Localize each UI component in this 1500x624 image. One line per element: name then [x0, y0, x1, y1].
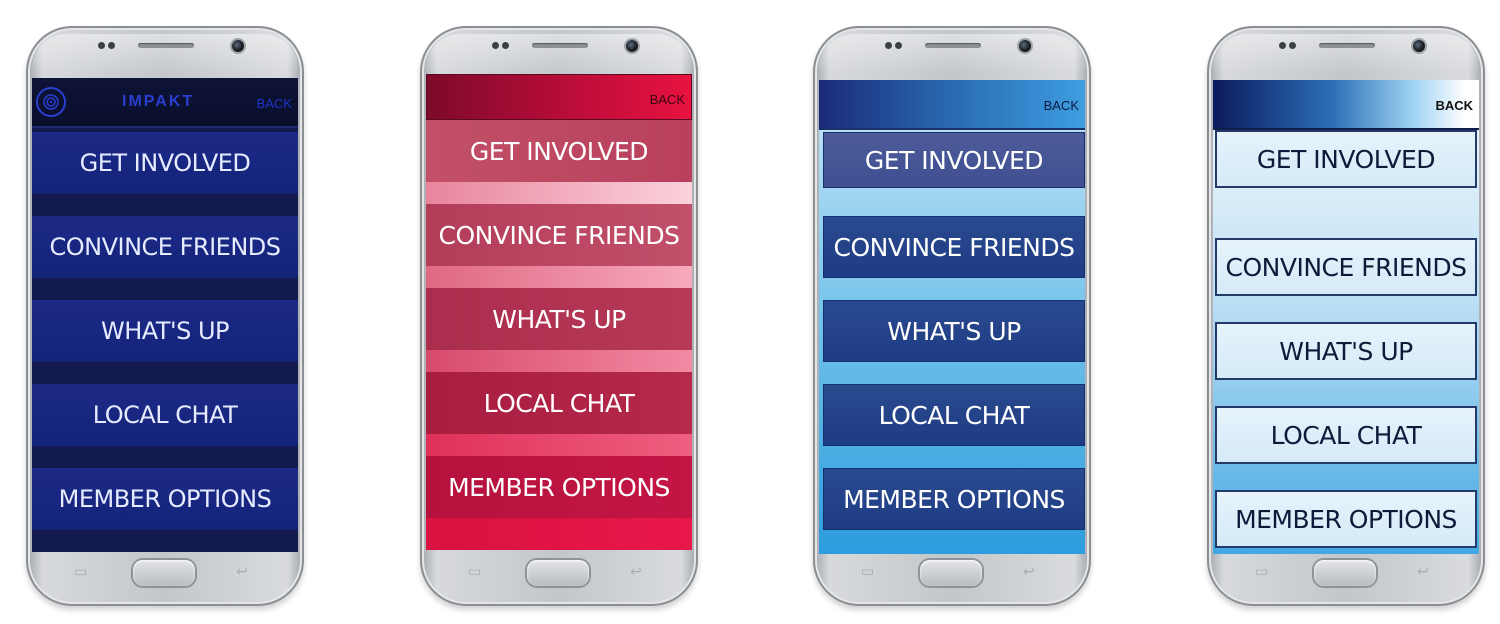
phone-mockup-crimson: BACK GET INVOLVED CONVINCE FRIENDS WHAT'… [420, 26, 698, 606]
light-sensor [1289, 42, 1296, 49]
home-button[interactable] [527, 560, 589, 586]
convince-friends-button[interactable]: CONVINCE FRIENDS [823, 216, 1085, 278]
phone-mockup-light-outlined: BACK GET INVOLVED CONVINCE FRIENDS WHAT'… [1207, 26, 1485, 606]
home-button[interactable] [133, 560, 195, 586]
app-header: BACK [426, 74, 692, 120]
earpiece-speaker [532, 43, 588, 48]
whats-up-button[interactable]: WHAT'S UP [1215, 322, 1477, 380]
back-button[interactable]: BACK [257, 96, 292, 111]
back-button[interactable]: BACK [1044, 98, 1079, 113]
proximity-sensor [492, 42, 499, 49]
light-sensor [108, 42, 115, 49]
back-key-icon[interactable]: ↩ [1023, 565, 1035, 579]
member-options-button[interactable]: MEMBER OPTIONS [1215, 490, 1477, 548]
earpiece-speaker [1319, 43, 1375, 48]
front-camera [1019, 40, 1031, 52]
divider-strip [426, 350, 692, 372]
member-options-button[interactable]: MEMBER OPTIONS [426, 456, 692, 518]
light-sensor [895, 42, 902, 49]
back-key-icon[interactable]: ↩ [236, 565, 248, 579]
local-chat-button[interactable]: LOCAL CHAT [1215, 406, 1477, 464]
get-involved-button[interactable]: GET INVOLVED [823, 132, 1085, 188]
home-button[interactable] [1314, 560, 1376, 586]
divider-strip [426, 182, 692, 204]
app-header: BACK [819, 80, 1085, 130]
get-involved-button[interactable]: GET INVOLVED [1215, 130, 1477, 188]
home-button[interactable] [920, 560, 982, 586]
phone-mockup-dark-blue: IMPAKT BACK GET INVOLVED CONVINCE FRIEND… [26, 26, 304, 606]
app-screen: BACK GET INVOLVED CONVINCE FRIENDS WHAT'… [819, 80, 1085, 554]
get-involved-button[interactable]: GET INVOLVED [32, 132, 298, 194]
back-button[interactable]: BACK [650, 92, 685, 107]
recent-apps-icon[interactable]: ▭ [74, 565, 87, 579]
local-chat-button[interactable]: LOCAL CHAT [426, 372, 692, 434]
back-key-icon[interactable]: ↩ [1417, 565, 1429, 579]
whats-up-button[interactable]: WHAT'S UP [32, 300, 298, 362]
recent-apps-icon[interactable]: ▭ [1255, 565, 1268, 579]
app-screen: IMPAKT BACK GET INVOLVED CONVINCE FRIEND… [32, 78, 298, 552]
fingerprint-icon [36, 87, 66, 117]
phone-mockup-sky-blue: BACK GET INVOLVED CONVINCE FRIENDS WHAT'… [813, 26, 1091, 606]
local-chat-button[interactable]: LOCAL CHAT [32, 384, 298, 446]
proximity-sensor [1279, 42, 1286, 49]
app-screen: BACK GET INVOLVED CONVINCE FRIENDS WHAT'… [426, 74, 692, 550]
recent-apps-icon[interactable]: ▭ [468, 565, 481, 579]
earpiece-speaker [138, 43, 194, 48]
get-involved-button[interactable]: GET INVOLVED [426, 120, 692, 182]
app-title: IMPAKT [122, 93, 195, 110]
convince-friends-button[interactable]: CONVINCE FRIENDS [426, 204, 692, 266]
recent-apps-icon[interactable]: ▭ [861, 565, 874, 579]
earpiece-speaker [925, 43, 981, 48]
whats-up-button[interactable]: WHAT'S UP [426, 288, 692, 350]
app-screen: BACK GET INVOLVED CONVINCE FRIENDS WHAT'… [1213, 80, 1479, 554]
divider-strip [426, 434, 692, 456]
convince-friends-button[interactable]: CONVINCE FRIENDS [1215, 238, 1477, 296]
app-header: IMPAKT BACK [32, 78, 298, 128]
member-options-button[interactable]: MEMBER OPTIONS [823, 468, 1085, 530]
whats-up-button[interactable]: WHAT'S UP [823, 300, 1085, 362]
proximity-sensor [98, 42, 105, 49]
back-button[interactable]: BACK [1435, 98, 1473, 113]
front-camera [1413, 40, 1425, 52]
app-header: BACK [1213, 80, 1479, 130]
divider-strip [426, 518, 692, 550]
convince-friends-button[interactable]: CONVINCE FRIENDS [32, 216, 298, 278]
local-chat-button[interactable]: LOCAL CHAT [823, 384, 1085, 446]
light-sensor [502, 42, 509, 49]
front-camera [626, 40, 638, 52]
back-key-icon[interactable]: ↩ [630, 565, 642, 579]
member-options-button[interactable]: MEMBER OPTIONS [32, 468, 298, 530]
proximity-sensor [885, 42, 892, 49]
divider-strip [426, 266, 692, 288]
front-camera [232, 40, 244, 52]
